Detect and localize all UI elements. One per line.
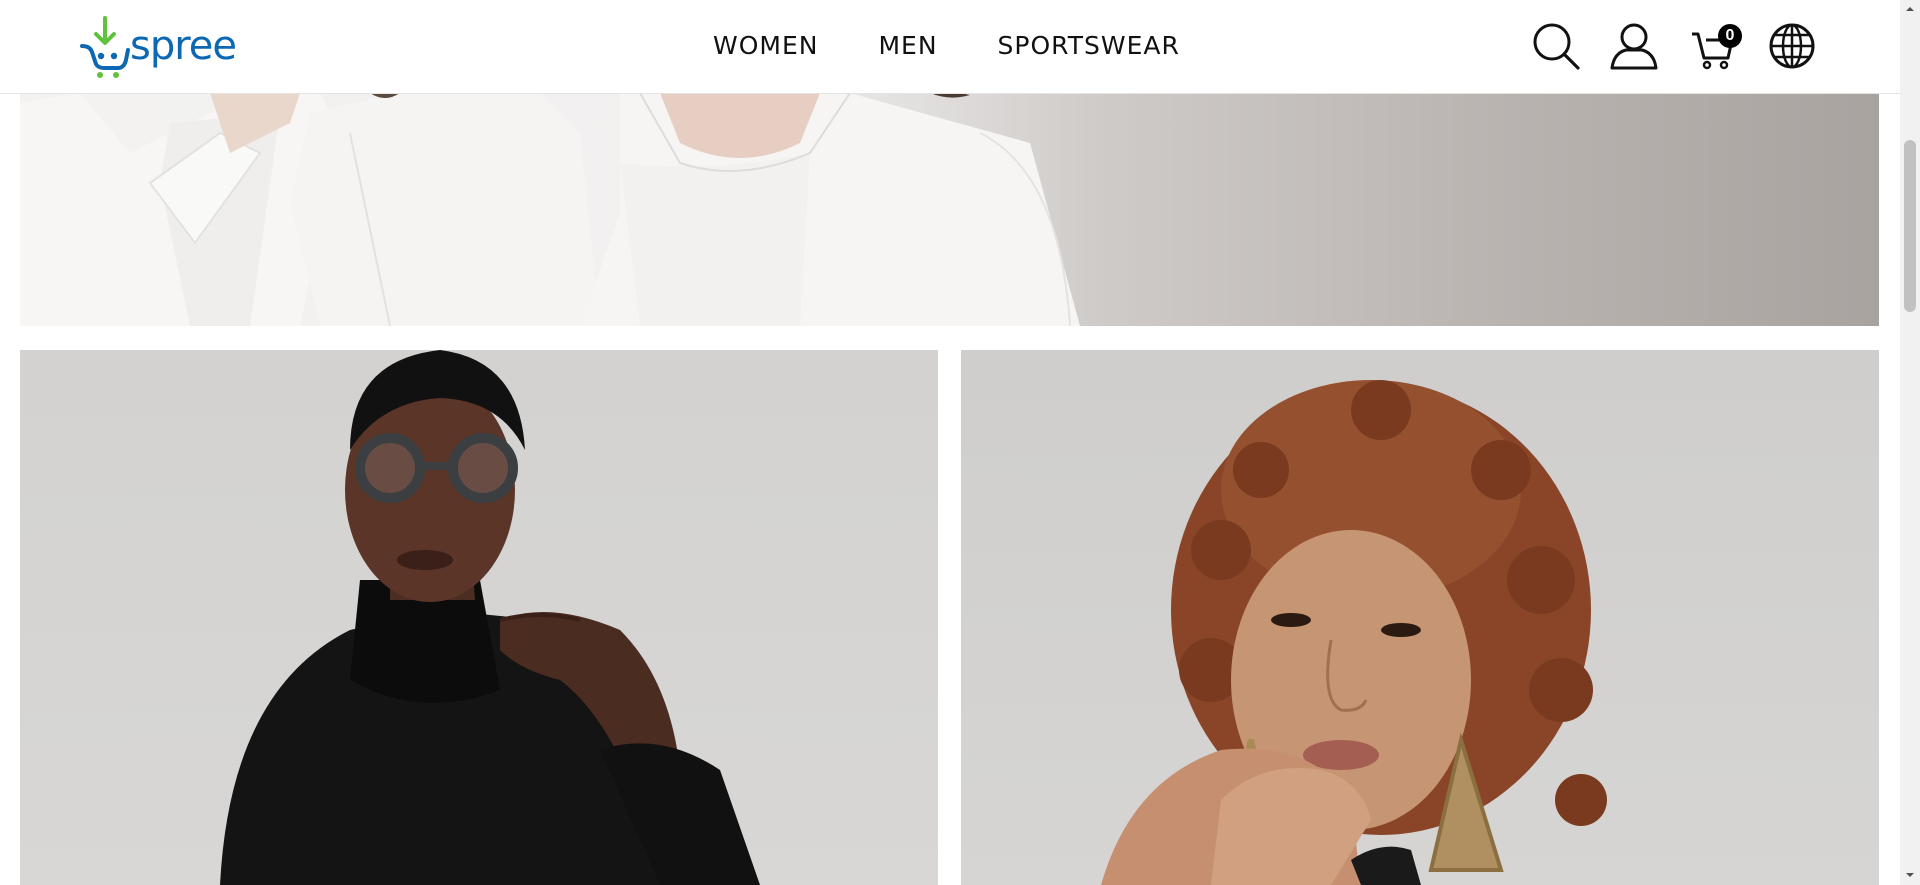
logo-text: spree xyxy=(130,23,237,69)
men-model-image xyxy=(220,350,760,885)
account-icon[interactable] xyxy=(1610,22,1658,70)
globe-icon[interactable] xyxy=(1768,22,1816,70)
scroll-thumb[interactable] xyxy=(1904,140,1916,312)
cart-count-badge: 0 xyxy=(1718,24,1742,48)
cart-icon[interactable]: 0 xyxy=(1690,22,1742,70)
main-nav: WOMEN MEN SPORTSWEAR xyxy=(713,30,1180,62)
search-icon[interactable] xyxy=(1532,22,1580,70)
women-category-tile[interactable] xyxy=(961,350,1879,885)
spree-logo[interactable]: spree xyxy=(80,16,237,78)
nav-women[interactable]: WOMEN xyxy=(713,30,818,62)
logo-cart-icon xyxy=(80,16,130,78)
scroll-down-arrow-icon[interactable] xyxy=(1905,870,1915,880)
scroll-up-arrow-icon[interactable] xyxy=(1905,4,1915,14)
hero-banner[interactable] xyxy=(20,93,1879,326)
page-scrollbar[interactable] xyxy=(1900,0,1920,885)
men-category-tile[interactable] xyxy=(20,350,938,885)
hero-image xyxy=(20,93,1080,326)
nav-sportswear[interactable]: SPORTSWEAR xyxy=(998,30,1180,62)
women-model-image xyxy=(1101,380,1607,885)
site-header: spree WOMEN MEN SPORTSWEAR 0 xyxy=(0,0,1900,94)
nav-men[interactable]: MEN xyxy=(878,30,937,62)
